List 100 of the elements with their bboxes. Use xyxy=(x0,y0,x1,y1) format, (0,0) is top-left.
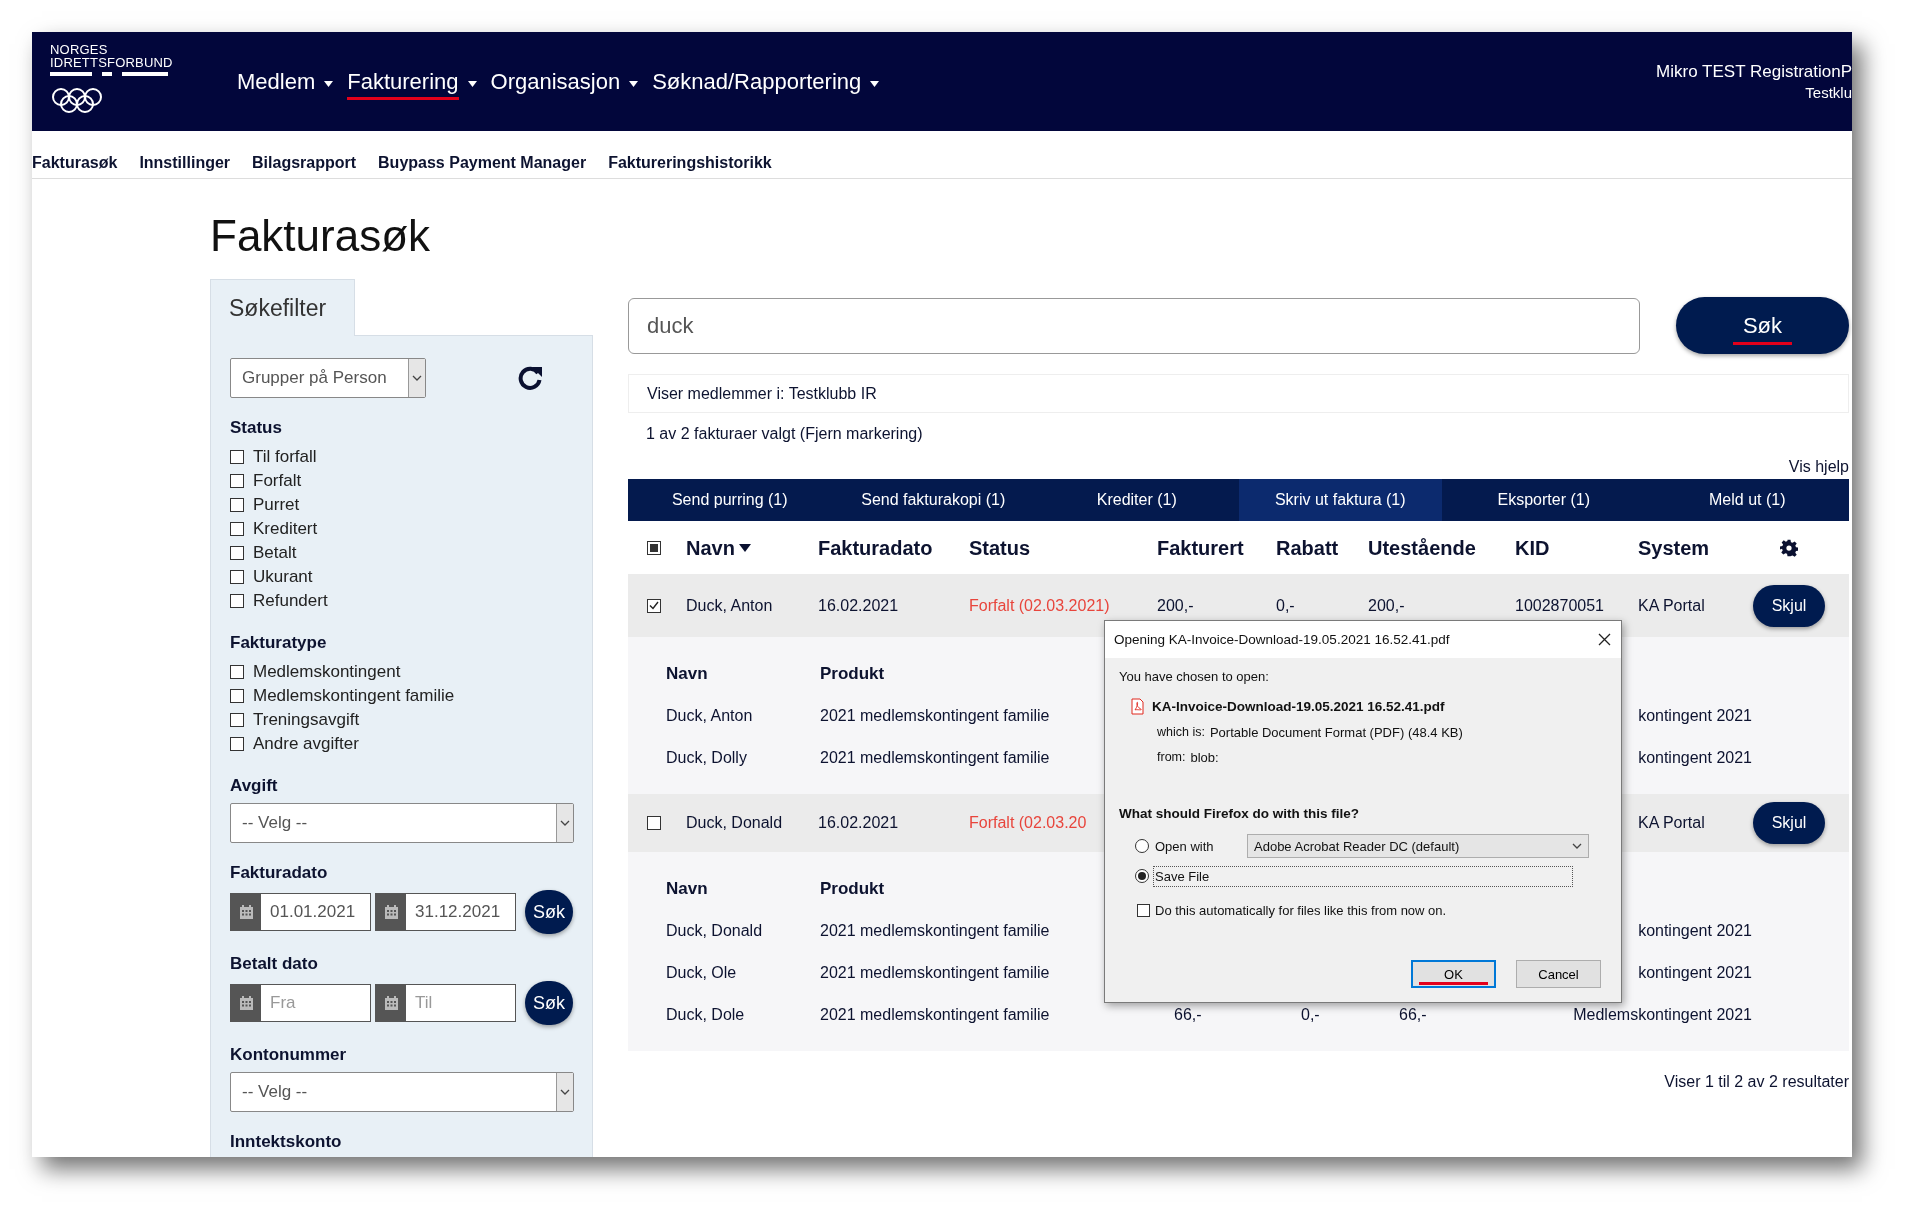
selection-text: 1 av 2 fakturaer valgt (Fjern markering) xyxy=(646,424,923,444)
search-button[interactable]: Søk xyxy=(525,981,573,1025)
chevron-down-icon xyxy=(1572,843,1582,849)
calendar-icon xyxy=(384,996,398,1010)
radio-label[interactable]: Open with xyxy=(1153,835,1225,857)
subnav-link[interactable]: Faktureringshistorikk xyxy=(608,153,772,172)
table-cell: 2021 medlemskontingent familie xyxy=(820,922,1050,940)
checkbox-label: Forfalt xyxy=(253,471,302,491)
ok-button[interactable]: OK xyxy=(1411,960,1496,988)
checkbox[interactable] xyxy=(230,689,244,703)
checkbox[interactable] xyxy=(230,450,244,464)
checkbox[interactable] xyxy=(647,541,661,555)
filter-tab[interactable]: Søkefilter xyxy=(210,279,355,336)
checkbox[interactable] xyxy=(230,665,244,679)
dialog-title: Opening KA-Invoice-Download-19.05.2021 16.52.41.pdf xyxy=(1114,632,1451,647)
page-title: Fakturasøk xyxy=(210,211,432,261)
nav-menu[interactable]: Medlem xyxy=(237,61,334,102)
checkbox-label: Medlemskontingent familie xyxy=(253,686,455,706)
checkbox[interactable] xyxy=(647,598,661,613)
table-cell: 0,- xyxy=(1301,1006,1320,1024)
table-cell: KA Portal xyxy=(1638,814,1705,832)
search-button[interactable]: Søk xyxy=(1676,297,1849,354)
checkbox-label: Andre avgifter xyxy=(253,734,359,754)
action-button[interactable]: Send purring (1) xyxy=(628,479,832,521)
table-cell: Duck, Dolly xyxy=(666,749,747,767)
subnav-link[interactable]: Fakturasøk xyxy=(32,153,118,172)
column-header[interactable]: Fakturadato xyxy=(818,536,969,560)
column-header[interactable]: System xyxy=(1638,536,1753,560)
close-icon[interactable] xyxy=(1598,633,1611,646)
table-cell: kontingent 2021 xyxy=(1638,707,1752,725)
table-cell: Duck, Donald xyxy=(666,922,763,940)
dialog-text: You have chosen to open: xyxy=(1119,668,1270,686)
action-button[interactable]: Meld ut (1) xyxy=(1645,479,1849,521)
search-field[interactable]: duck xyxy=(628,297,1640,354)
results-count: Viser 1 til 2 av 2 resultater xyxy=(1664,1073,1849,1091)
checkbox[interactable] xyxy=(230,498,244,512)
action-button[interactable]: Skriv ut faktura (1) xyxy=(1238,479,1442,521)
column-header[interactable]: Navn xyxy=(686,536,818,560)
app-dropdown[interactable]: Adobe Acrobat Reader DC (default) xyxy=(1247,834,1589,858)
subnav-link[interactable]: Innstillinger xyxy=(139,153,231,172)
checkbox[interactable] xyxy=(230,570,244,584)
checkbox[interactable] xyxy=(230,546,244,560)
caret-icon xyxy=(467,80,477,87)
group-select[interactable]: Grupper på Person xyxy=(230,358,426,398)
column-header[interactable]: Status xyxy=(969,536,1157,560)
radio-button[interactable] xyxy=(1135,839,1149,853)
action-button[interactable]: Krediter (1) xyxy=(1035,479,1239,521)
column-header[interactable]: KID xyxy=(1515,536,1638,560)
table-cell: kontingent 2021 xyxy=(1638,964,1752,982)
action-button[interactable]: Send fakturakopi (1) xyxy=(831,479,1035,521)
file-name: KA-Invoice-Download-19.05.2021 16.52.41.pdf xyxy=(1152,698,1445,714)
search-button[interactable]: Søk xyxy=(525,890,573,934)
table-cell: kontingent 2021 xyxy=(1638,749,1752,767)
checkbox[interactable] xyxy=(230,737,244,751)
section-heading: Fakturatype xyxy=(230,632,328,654)
checkbox[interactable] xyxy=(230,474,244,488)
date-field[interactable]: 01.01.2021 xyxy=(230,893,371,931)
section-heading: Status xyxy=(230,417,283,439)
detail-value: blob: xyxy=(1190,749,1219,767)
checkbox[interactable] xyxy=(647,816,661,830)
checkbox[interactable] xyxy=(230,522,244,536)
checkbox-label: Do this automatically for files like this from now on. xyxy=(1155,903,1447,918)
checkbox[interactable] xyxy=(1137,904,1150,917)
dropdown[interactable]: -- Velg -- xyxy=(230,803,574,843)
refresh-icon[interactable] xyxy=(517,365,543,391)
column-header[interactable]: Rabatt xyxy=(1276,536,1368,560)
clear-selection-link[interactable]: (Fjern markering) xyxy=(799,425,923,442)
radio-label[interactable]: Save File xyxy=(1153,865,1573,887)
table-cell: Duck, Anton xyxy=(666,707,753,725)
radio-button[interactable] xyxy=(1135,869,1149,883)
nav-menu[interactable]: Søknad/Rapportering xyxy=(652,61,880,102)
checkbox[interactable] xyxy=(230,713,244,727)
date-field[interactable]: 31.12.2021 xyxy=(375,893,516,931)
section-heading: Avgift xyxy=(230,775,279,797)
hide-button[interactable]: Skjul xyxy=(1753,584,1825,627)
detail-value: Portable Document Format (PDF) (48.4 KB) xyxy=(1209,724,1463,742)
dropdown[interactable]: -- Velg -- xyxy=(230,1072,574,1112)
table-cell: kontingent 2021 xyxy=(1638,922,1752,940)
help-link[interactable]: Vis hjelp xyxy=(1788,456,1849,477)
subnav-link[interactable]: Buypass Payment Manager xyxy=(378,153,587,172)
action-button[interactable]: Eksporter (1) xyxy=(1442,479,1646,521)
checkbox[interactable] xyxy=(230,594,244,608)
dialog-question: What should Firefox do with this file? xyxy=(1119,806,1360,821)
subnav-link[interactable]: Bilagsrapport xyxy=(252,153,357,172)
calendar-icon xyxy=(239,905,253,919)
hide-button[interactable]: Skjul xyxy=(1753,802,1825,844)
cancel-button[interactable]: Cancel xyxy=(1516,960,1601,988)
nav-menu[interactable]: Fakturering xyxy=(347,61,477,102)
user-name: Mikro TEST RegistrationP xyxy=(1656,60,1852,83)
logo-text: NORGES IDRETTSFORBUND xyxy=(50,42,174,69)
pdf-file-icon xyxy=(1131,697,1144,715)
checkbox-label: Til forfall xyxy=(253,447,317,467)
nav-menu[interactable]: Organisasjon xyxy=(490,61,639,102)
column-header[interactable]: Fakturert xyxy=(1157,536,1276,560)
checkbox-label: Purret xyxy=(253,495,300,515)
column-header: Navn xyxy=(666,664,708,684)
settings-icon[interactable] xyxy=(1780,539,1798,557)
club-name: Testklu xyxy=(1804,82,1852,103)
column-header[interactable]: Utestående xyxy=(1368,536,1515,560)
checkbox-label: Medlemskontingent xyxy=(253,662,401,682)
